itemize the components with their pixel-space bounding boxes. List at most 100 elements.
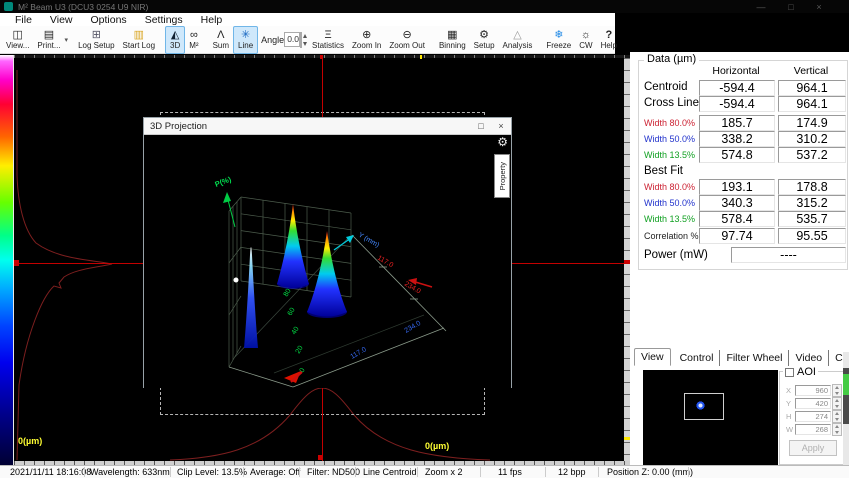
projection-close-icon[interactable]: × [491, 121, 511, 131]
menu-settings[interactable]: Settings [136, 14, 192, 26]
menu-options[interactable]: Options [82, 14, 136, 26]
value-bf-width50-v: 315.2 [778, 195, 846, 211]
menu-help[interactable]: Help [192, 14, 232, 26]
intensity-colorbar [0, 55, 14, 465]
tab-view[interactable]: View [634, 348, 671, 366]
zoom-in-button[interactable]: ⊕ Zoom In [348, 27, 385, 53]
aoi-checkbox[interactable] [785, 368, 794, 377]
value-bf-width50-h: 340.3 [699, 195, 775, 211]
column-header-vertical: Vertical [778, 65, 844, 77]
zoom-in-icon: ⊕ [362, 29, 371, 41]
setup-button[interactable]: ⚙ Setup [470, 27, 499, 53]
tab-control[interactable]: Control [674, 350, 721, 366]
zoom-out-button[interactable]: ⊖ Zoom Out [385, 27, 429, 53]
sum-icon: Λ [217, 29, 224, 41]
gear-icon[interactable]: ⚙ [497, 136, 508, 148]
x-axis-ticks-blue: 234.0 117.0 [350, 320, 423, 361]
aoi-y-stepper[interactable] [832, 397, 842, 410]
menu-file[interactable]: File [6, 14, 41, 26]
cw-icon: ☼ [581, 29, 591, 41]
row-label-centroid: Centroid [644, 81, 687, 93]
origin-label-left: 0(µm) [18, 436, 42, 446]
angle-input[interactable]: 0.0 [284, 32, 300, 47]
aoi-x-stepper[interactable] [832, 384, 842, 397]
sum-button[interactable]: Λ Sum [209, 27, 233, 53]
status-divider [417, 467, 418, 477]
aoi-w-row: W 268 [786, 424, 842, 435]
projection-maximize-icon[interactable]: □ [471, 121, 491, 131]
zoom-in-label: Zoom In [352, 41, 381, 51]
menu-bar: File View Options Settings Help [0, 13, 615, 26]
apply-button[interactable]: Apply [789, 440, 837, 456]
camera-preview[interactable] [643, 370, 778, 467]
freeze-label: Freeze [546, 41, 571, 51]
cw-button[interactable]: ☼ CW [575, 27, 596, 53]
property-tab[interactable]: Property [494, 154, 510, 198]
log-setup-icon: ⊞ [92, 29, 101, 41]
aoi-w-stepper[interactable] [832, 423, 842, 436]
value-bf-width135-h: 578.4 [699, 211, 775, 227]
value-width50-h: 338.2 [699, 131, 775, 147]
setup-label: Setup [474, 41, 495, 51]
3d-projection-titlebar[interactable]: 3D Projection □ × [144, 118, 511, 135]
statistics-icon: Ξ [324, 29, 331, 41]
binning-button[interactable]: ▦ Binning [435, 27, 470, 53]
statistics-button[interactable]: Ξ Statistics [308, 27, 348, 53]
status-divider [355, 467, 356, 477]
help-button[interactable]: ? Help [597, 27, 621, 53]
panel-scrollbar[interactable] [843, 352, 849, 465]
aoi-h-stepper[interactable] [832, 410, 842, 423]
row-label-cross-line: Cross Line [644, 97, 699, 109]
m2-button[interactable]: ∞ M² [185, 27, 202, 53]
vertical-profile-curve [17, 70, 112, 460]
line-button[interactable]: ✳ Line [233, 26, 258, 54]
analysis-label: Analysis [503, 41, 533, 51]
tab-filter-wheel[interactable]: Filter Wheel [720, 350, 789, 366]
status-bpp: 12 bpp [558, 467, 586, 477]
aoi-y-row: Y 420 [786, 398, 842, 409]
minimize-icon[interactable]: — [748, 2, 774, 12]
status-divider [299, 467, 300, 477]
view-button[interactable]: ◫ View... [2, 27, 33, 53]
data-groupbox-title: Data (µm) [644, 53, 699, 65]
row-label-bf-width135: Width 13.5% [644, 214, 695, 224]
analysis-button[interactable]: △ Analysis [499, 27, 537, 53]
menu-view[interactable]: View [41, 14, 82, 26]
app-icon [4, 2, 13, 11]
title-bar: M² Beam U3 (DCU3 0254 U9 NIR) — □ × [0, 0, 849, 13]
row-label-width80: Width 80.0% [644, 118, 695, 128]
maximize-icon[interactable]: □ [778, 2, 804, 12]
column-header-horizontal: Horizontal [699, 65, 773, 77]
aoi-h-input[interactable]: 274 [795, 411, 831, 422]
m2-icon: ∞ [190, 29, 198, 41]
print-label: Print... [37, 41, 60, 51]
3d-button[interactable]: ◭ 3D [165, 26, 185, 54]
log-setup-button[interactable]: ⊞ Log Setup [74, 27, 118, 53]
close-icon[interactable]: × [806, 2, 832, 12]
aoi-w-input[interactable]: 268 [795, 424, 831, 435]
data-groupbox: Horizontal Vertical Centroid -594.4 964.… [638, 60, 848, 270]
log-setup-label: Log Setup [78, 41, 114, 51]
svg-text:40: 40 [291, 326, 301, 336]
view-label: View... [6, 41, 29, 51]
freeze-button[interactable]: ❄ Freeze [542, 27, 575, 53]
start-log-button[interactable]: ▥ Start Log [119, 27, 159, 53]
value-width135-h: 574.8 [699, 147, 775, 163]
print-dropdown-icon[interactable]: ▾ [65, 36, 69, 44]
value-centroid-h: -594.4 [699, 80, 775, 96]
value-bf-width80-v: 178.8 [778, 179, 846, 195]
tab-video[interactable]: Video [789, 350, 829, 366]
status-zoom: Zoom x 2 [425, 467, 463, 477]
print-button[interactable]: ▤ Print... [33, 27, 64, 53]
cw-label: CW [579, 41, 592, 51]
row-label-width135: Width 13.5% [644, 150, 695, 160]
status-bar: 2021/11/11 18:16:08 Wavelength: 633nm Cl… [0, 465, 849, 478]
aoi-title: AOI [797, 366, 816, 378]
aoi-y-input[interactable]: 420 [795, 398, 831, 409]
angle-stepper[interactable] [300, 32, 302, 48]
3d-plot[interactable]: P(%) 80 60 40 20 0 Y (mm) 117.0 234.0 [144, 135, 511, 388]
aoi-x-input[interactable]: 960 [795, 385, 831, 396]
svg-text:80: 80 [283, 288, 293, 298]
3d-label: 3D [170, 41, 180, 51]
status-divider [598, 467, 599, 477]
